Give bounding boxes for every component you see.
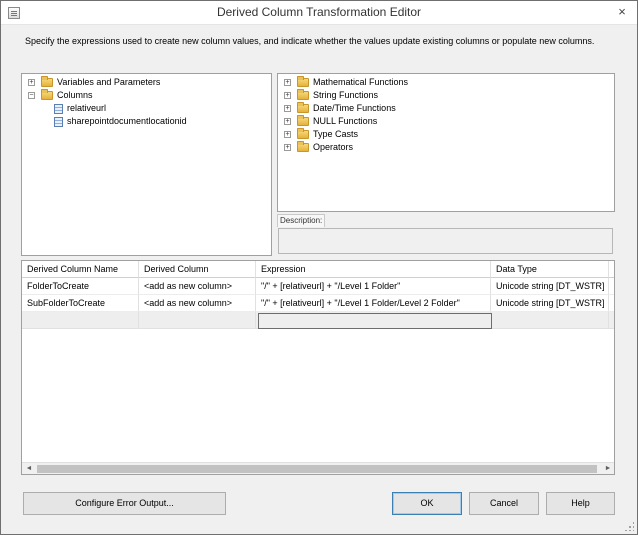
expand-icon[interactable]: + bbox=[284, 131, 291, 138]
derived-column-cell[interactable]: <add as new column> bbox=[139, 295, 256, 312]
folder-icon bbox=[297, 102, 309, 113]
title-bar[interactable]: Derived Column Transformation Editor × bbox=[1, 1, 637, 25]
table-row[interactable]: SubFolderToCreate <add as new column> "/… bbox=[22, 295, 614, 312]
scroll-left-icon[interactable]: ◄ bbox=[24, 464, 34, 474]
folder-icon bbox=[297, 115, 309, 126]
tree-node-label: Date/Time Functions bbox=[313, 103, 396, 113]
description-box bbox=[278, 228, 613, 254]
column-header-expression[interactable]: Expression bbox=[256, 261, 491, 278]
ok-button[interactable]: OK bbox=[392, 492, 462, 515]
folder-icon bbox=[297, 89, 309, 100]
close-button[interactable]: × bbox=[611, 3, 633, 21]
tree-node-label: Mathematical Functions bbox=[313, 77, 409, 87]
folder-icon bbox=[297, 76, 309, 87]
grid-header-row: Derived Column Name Derived Column Expre… bbox=[22, 261, 614, 278]
expression-cell[interactable]: "/" + [relativeurl] + "/Level 1 Folder/L… bbox=[256, 295, 491, 312]
expand-icon[interactable]: + bbox=[28, 79, 35, 86]
column-header-derived-column[interactable]: Derived Column bbox=[139, 261, 256, 278]
instructions-text: Specify the expressions used to create n… bbox=[25, 36, 595, 46]
new-row-data-type-cell[interactable] bbox=[491, 312, 609, 329]
expand-icon[interactable]: + bbox=[284, 118, 291, 125]
scroll-thumb[interactable] bbox=[37, 465, 597, 473]
derived-column-cell[interactable]: <add as new column> bbox=[139, 278, 256, 295]
folder-icon bbox=[297, 141, 309, 152]
folder-icon bbox=[41, 89, 53, 100]
derived-columns-grid[interactable]: Derived Column Name Derived Column Expre… bbox=[21, 260, 615, 475]
tree-node-label: sharepointdocumentlocationid bbox=[67, 116, 187, 126]
folder-icon bbox=[41, 76, 53, 87]
column-header-derived-column-name[interactable]: Derived Column Name bbox=[22, 261, 139, 278]
description-label: Description: bbox=[277, 214, 326, 227]
tree-node-label: Variables and Parameters bbox=[57, 77, 161, 87]
description-header: Description: bbox=[277, 214, 615, 228]
tree-node-label: Columns bbox=[57, 90, 93, 100]
scroll-right-icon[interactable]: ► bbox=[603, 464, 613, 474]
column-header-length[interactable]: L bbox=[609, 261, 614, 278]
window-title: Derived Column Transformation Editor bbox=[216, 5, 422, 19]
expression-edit-box[interactable] bbox=[258, 313, 492, 329]
configure-error-output-button[interactable]: Configure Error Output... bbox=[23, 492, 226, 515]
cancel-button[interactable]: Cancel bbox=[469, 492, 539, 515]
derived-column-name-cell[interactable]: FolderToCreate bbox=[22, 278, 139, 295]
data-type-cell[interactable]: Unicode string [DT_WSTR] bbox=[491, 295, 609, 312]
horizontal-scrollbar[interactable]: ◄ ► bbox=[22, 462, 614, 474]
table-row[interactable]: FolderToCreate <add as new column> "/" +… bbox=[22, 278, 614, 295]
expand-icon[interactable]: + bbox=[284, 92, 291, 99]
functions-tree[interactable]: + Mathematical Functions + String Functi… bbox=[277, 73, 615, 212]
length-cell[interactable] bbox=[609, 278, 614, 295]
new-row-derived-column-cell[interactable] bbox=[139, 312, 256, 329]
variables-columns-tree[interactable]: + Variables and Parameters − Columns rel… bbox=[21, 73, 272, 256]
editor-window: Derived Column Transformation Editor × S… bbox=[0, 0, 638, 535]
folder-icon bbox=[297, 128, 309, 139]
column-header-data-type[interactable]: Data Type bbox=[491, 261, 609, 278]
derived-column-name-cell[interactable]: SubFolderToCreate bbox=[22, 295, 139, 312]
resize-grip-icon[interactable] bbox=[624, 521, 634, 531]
tree-node-label: Type Casts bbox=[313, 129, 359, 139]
tree-node-label: String Functions bbox=[313, 90, 379, 100]
expand-icon[interactable]: + bbox=[284, 144, 291, 151]
collapse-icon[interactable]: − bbox=[28, 92, 35, 99]
data-type-cell[interactable]: Unicode string [DT_WSTR] bbox=[491, 278, 609, 295]
tree-node-label: NULL Functions bbox=[313, 116, 378, 126]
tree-node-label: relativeurl bbox=[67, 103, 107, 113]
column-icon bbox=[54, 117, 63, 127]
expression-cell[interactable]: "/" + [relativeurl] + "/Level 1 Folder" bbox=[256, 278, 491, 295]
new-row-length-cell[interactable] bbox=[609, 312, 614, 329]
column-icon bbox=[54, 104, 63, 114]
tree-node-label: Operators bbox=[313, 142, 354, 152]
length-cell[interactable] bbox=[609, 295, 614, 312]
new-row-name-cell[interactable] bbox=[22, 312, 139, 329]
help-button[interactable]: Help bbox=[546, 492, 615, 515]
close-icon: × bbox=[618, 4, 626, 19]
expand-icon[interactable]: + bbox=[284, 79, 291, 86]
expand-icon[interactable]: + bbox=[284, 105, 291, 112]
